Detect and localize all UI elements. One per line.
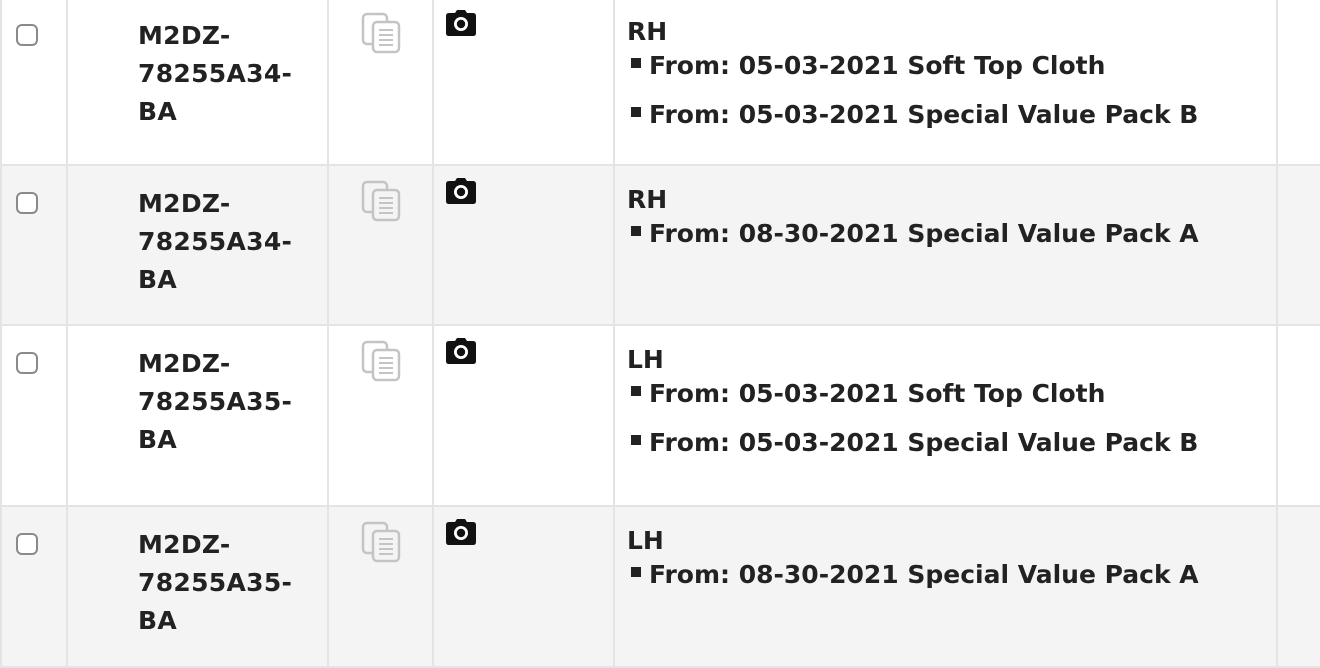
list-item: From: 08-30-2021 Special Value Pack A <box>627 558 1199 592</box>
extra-cell <box>1278 0 1320 164</box>
extra-cell <box>1278 326 1320 505</box>
list-item: From: 05-03-2021 Special Value Pack B <box>627 98 1198 132</box>
copy-icon[interactable] <box>361 521 403 563</box>
side-label: LH <box>627 526 664 555</box>
row-checkbox[interactable] <box>16 533 38 555</box>
side-label: RH <box>627 185 668 214</box>
row-checkbox[interactable] <box>16 192 38 214</box>
parts-table: M2DZ- 78255A34- BA RH From: 05-03-2021 S… <box>0 0 1320 668</box>
part-number-cell: M2DZ- 78255A34- BA <box>68 166 329 324</box>
list-item: From: 05-03-2021 Soft Top Cloth <box>627 377 1198 411</box>
camera-icon[interactable] <box>446 519 476 545</box>
part-number-cell: M2DZ- 78255A35- BA <box>68 326 329 505</box>
table-row: M2DZ- 78255A34- BA RH <box>0 0 1320 166</box>
select-cell <box>0 507 68 666</box>
part-number[interactable]: M2DZ- 78255A35- BA <box>138 345 292 459</box>
description: LH From: 08-30-2021 Special Value Pack A <box>627 524 1199 592</box>
bullet-icon <box>631 435 641 445</box>
camera-icon[interactable] <box>446 338 476 364</box>
description-cell: LH From: 08-30-2021 Special Value Pack A <box>615 507 1278 666</box>
copy-icon[interactable] <box>361 12 403 54</box>
part-number-cell: M2DZ- 78255A34- BA <box>68 0 329 164</box>
list-item: From: 08-30-2021 Special Value Pack A <box>627 217 1199 251</box>
copy-icon[interactable] <box>361 180 403 222</box>
copy-cell <box>329 166 434 324</box>
image-cell <box>434 0 615 164</box>
camera-icon[interactable] <box>446 10 476 36</box>
image-cell <box>434 166 615 324</box>
list-item: From: 05-03-2021 Soft Top Cloth <box>627 49 1198 83</box>
select-cell <box>0 0 68 164</box>
select-cell <box>0 326 68 505</box>
bullet-icon <box>631 107 641 117</box>
side-label: RH <box>627 17 668 46</box>
camera-icon[interactable] <box>446 178 476 204</box>
bullet-icon <box>631 58 641 68</box>
copy-cell <box>329 0 434 164</box>
description-cell: LH From: 05-03-2021 Soft Top Cloth From:… <box>615 326 1278 505</box>
extra-cell <box>1278 507 1320 666</box>
bullet-icon <box>631 226 641 236</box>
side-label: LH <box>627 345 664 374</box>
image-cell <box>434 507 615 666</box>
bullet-icon <box>631 567 641 577</box>
description: LH From: 05-03-2021 Soft Top Cloth From:… <box>627 343 1198 460</box>
description-cell: RH From: 08-30-2021 Special Value Pack A <box>615 166 1278 324</box>
copy-icon[interactable] <box>361 340 403 382</box>
part-number-cell: M2DZ- 78255A35- BA <box>68 507 329 666</box>
table-row: M2DZ- 78255A35- BA LH <box>0 326 1320 507</box>
table-row: M2DZ- 78255A35- BA LH <box>0 507 1320 668</box>
description: RH From: 05-03-2021 Soft Top Cloth From:… <box>627 15 1198 132</box>
description: RH From: 08-30-2021 Special Value Pack A <box>627 183 1199 251</box>
copy-cell <box>329 326 434 505</box>
copy-cell <box>329 507 434 666</box>
row-checkbox[interactable] <box>16 352 38 374</box>
bullet-icon <box>631 386 641 396</box>
part-number[interactable]: M2DZ- 78255A34- BA <box>138 185 292 299</box>
select-cell <box>0 166 68 324</box>
row-checkbox[interactable] <box>16 24 38 46</box>
part-number[interactable]: M2DZ- 78255A35- BA <box>138 526 292 640</box>
extra-cell <box>1278 166 1320 324</box>
part-number[interactable]: M2DZ- 78255A34- BA <box>138 17 292 131</box>
description-cell: RH From: 05-03-2021 Soft Top Cloth From:… <box>615 0 1278 164</box>
list-item: From: 05-03-2021 Special Value Pack B <box>627 426 1198 460</box>
table-row: M2DZ- 78255A34- BA RH <box>0 166 1320 326</box>
image-cell <box>434 326 615 505</box>
